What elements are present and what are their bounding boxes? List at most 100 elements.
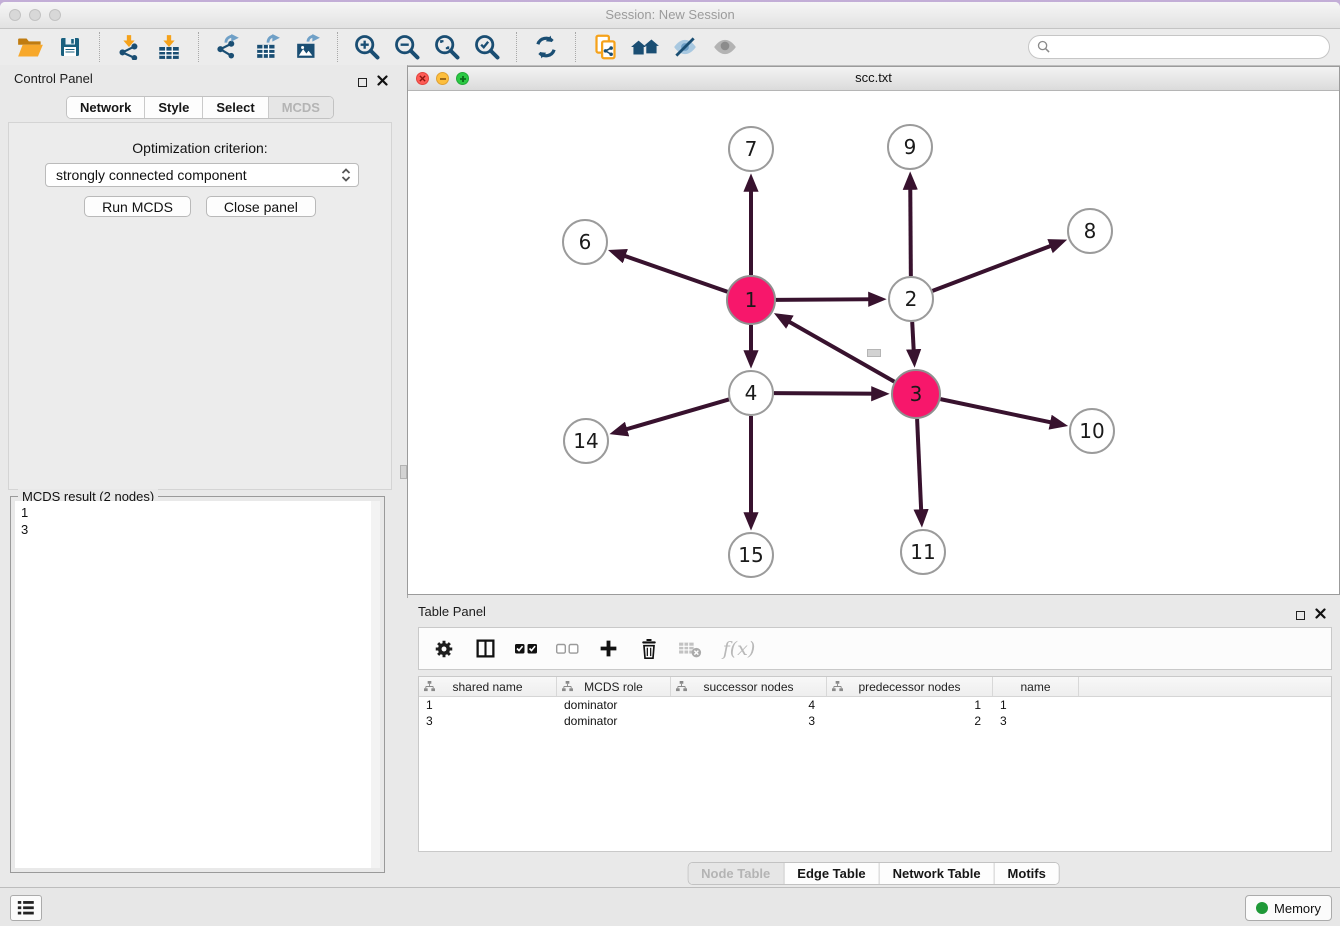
graph-edge-3-11[interactable] <box>917 419 922 522</box>
panel-splitter-handle[interactable] <box>400 465 407 479</box>
export-table-icon[interactable] <box>252 32 284 62</box>
toolbar-separator <box>516 32 517 62</box>
graph-edge-2-9[interactable] <box>910 177 911 276</box>
table-settings-gear-icon[interactable] <box>431 636 457 662</box>
table-tab-node-table[interactable]: Node Table <box>688 863 784 884</box>
select-all-columns-icon[interactable] <box>513 636 539 662</box>
optimization-criterion-label: Optimization criterion: <box>9 140 391 156</box>
memory-button[interactable]: Memory <box>1245 895 1332 921</box>
graph-node-label-9: 9 <box>904 135 917 159</box>
table-row[interactable]: 1dominator411 <box>419 697 1331 713</box>
split-table-view-icon[interactable] <box>472 636 498 662</box>
table-cell: dominator <box>557 714 671 728</box>
graph-edge-2-3[interactable] <box>912 322 914 362</box>
import-table-icon[interactable] <box>153 32 185 62</box>
graph-node-label-1: 1 <box>745 288 758 312</box>
function-builder-icon[interactable]: f(x) <box>718 636 760 662</box>
add-column-icon[interactable] <box>595 636 621 662</box>
result-line: 3 <box>21 521 374 538</box>
graph-node-label-4: 4 <box>745 381 758 405</box>
toolbar-separator <box>337 32 338 62</box>
column-header-shared-name[interactable]: shared name <box>419 677 557 696</box>
tab-mcds[interactable]: MCDS <box>269 97 333 118</box>
zoom-out-icon[interactable] <box>391 32 423 62</box>
graph-node-label-10: 10 <box>1079 419 1104 443</box>
deselect-all-columns-icon[interactable] <box>554 636 580 662</box>
delete-table-icon[interactable] <box>677 636 703 662</box>
tab-network[interactable]: Network <box>67 97 145 118</box>
table-cell: 2 <box>827 714 993 728</box>
memory-status-dot-icon <box>1256 902 1268 914</box>
column-header-successor-nodes[interactable]: successor nodes <box>671 677 827 696</box>
graph-edge-4-14[interactable] <box>615 399 729 432</box>
graph-node-label-14: 14 <box>573 429 598 453</box>
column-tree-icon <box>562 681 573 695</box>
import-network-icon[interactable] <box>113 32 145 62</box>
show-all-eye-icon[interactable] <box>709 32 741 62</box>
table-tab-network-table[interactable]: Network Table <box>880 863 995 884</box>
table-tab-motifs[interactable]: Motifs <box>995 863 1059 884</box>
graph-edge-2-8[interactable] <box>933 242 1062 291</box>
tab-select[interactable]: Select <box>203 97 268 118</box>
table-row[interactable]: 3dominator323 <box>419 713 1331 729</box>
table-cell: dominator <box>557 698 671 712</box>
graph-node-label-7: 7 <box>745 137 758 161</box>
column-header-MCDS-role[interactable]: MCDS role <box>557 677 671 696</box>
home-view-icon[interactable] <box>629 32 661 62</box>
mcds-result-area[interactable]: 13 <box>15 501 380 868</box>
network-frame-titlebar: scc.txt <box>408 67 1339 91</box>
search-field-wrap <box>1028 35 1330 59</box>
close-panel-button[interactable]: Close panel <box>206 196 316 217</box>
graph-edge-3-10[interactable] <box>940 399 1062 425</box>
mcds-tab-content: Optimization criterion: strongly connect… <box>8 122 392 490</box>
table-cell: 1 <box>419 698 557 712</box>
search-input[interactable] <box>1028 35 1330 59</box>
table-tab-edge-table[interactable]: Edge Table <box>784 863 879 884</box>
toolbar-separator <box>575 32 576 62</box>
export-network-icon[interactable] <box>212 32 244 62</box>
column-tree-icon <box>676 681 687 695</box>
float-table-panel-icon[interactable] <box>1296 611 1305 620</box>
task-history-button[interactable] <box>10 895 42 921</box>
table-panel: Table Panel <box>407 598 1340 888</box>
graph-edge-4-3[interactable] <box>774 393 884 394</box>
delete-column-trash-icon[interactable] <box>636 636 662 662</box>
network-canvas[interactable]: 7968124314101511 <box>408 91 1339 594</box>
column-tree-icon <box>832 681 843 695</box>
column-header-name[interactable]: name <box>993 677 1079 696</box>
open-session-icon[interactable] <box>14 32 46 62</box>
table-panel-title: Table Panel <box>418 604 486 619</box>
window-title: Session: New Session <box>0 7 1340 22</box>
column-header-predecessor-nodes[interactable]: predecessor nodes <box>827 677 993 696</box>
network-graph-svg: 7968124314101511 <box>408 91 1339 594</box>
control-panel: Control Panel NetworkStyleSelectMCDS Opt… <box>0 65 400 888</box>
graph-node-label-8: 8 <box>1084 219 1097 243</box>
clone-network-icon[interactable] <box>589 32 621 62</box>
close-panel-icon[interactable] <box>377 73 388 91</box>
table-cell: 1 <box>993 698 1079 712</box>
status-bar: Memory <box>0 887 1340 926</box>
graph-edge-1-6[interactable] <box>613 252 727 292</box>
run-mcds-button[interactable]: Run MCDS <box>84 196 191 217</box>
toolbar-separator <box>99 32 100 62</box>
export-image-icon[interactable] <box>292 32 324 62</box>
refresh-view-icon[interactable] <box>530 32 562 62</box>
table-panel-tabs: Node TableEdge TableNetwork TableMotifs <box>687 862 1060 885</box>
graph-edge-1-2[interactable] <box>776 299 881 300</box>
result-scrollbar[interactable] <box>371 501 380 868</box>
zoom-in-icon[interactable] <box>351 32 383 62</box>
float-panel-icon[interactable] <box>358 78 367 87</box>
close-table-panel-icon[interactable] <box>1315 606 1326 624</box>
hide-unselected-eye-icon[interactable] <box>669 32 701 62</box>
result-line: 1 <box>21 504 374 521</box>
graph-node-label-3: 3 <box>910 382 923 406</box>
criterion-select[interactable]: strongly connected component <box>45 163 359 187</box>
horizontal-splitter-handle[interactable] <box>867 349 881 357</box>
column-header-label: predecessor nodes <box>827 680 992 694</box>
node-table[interactable]: shared nameMCDS rolesuccessor nodesprede… <box>418 676 1332 852</box>
tab-style[interactable]: Style <box>145 97 203 118</box>
zoom-selected-icon[interactable] <box>471 32 503 62</box>
save-session-icon[interactable] <box>54 32 86 62</box>
table-cell: 4 <box>671 698 827 712</box>
zoom-fit-icon[interactable] <box>431 32 463 62</box>
